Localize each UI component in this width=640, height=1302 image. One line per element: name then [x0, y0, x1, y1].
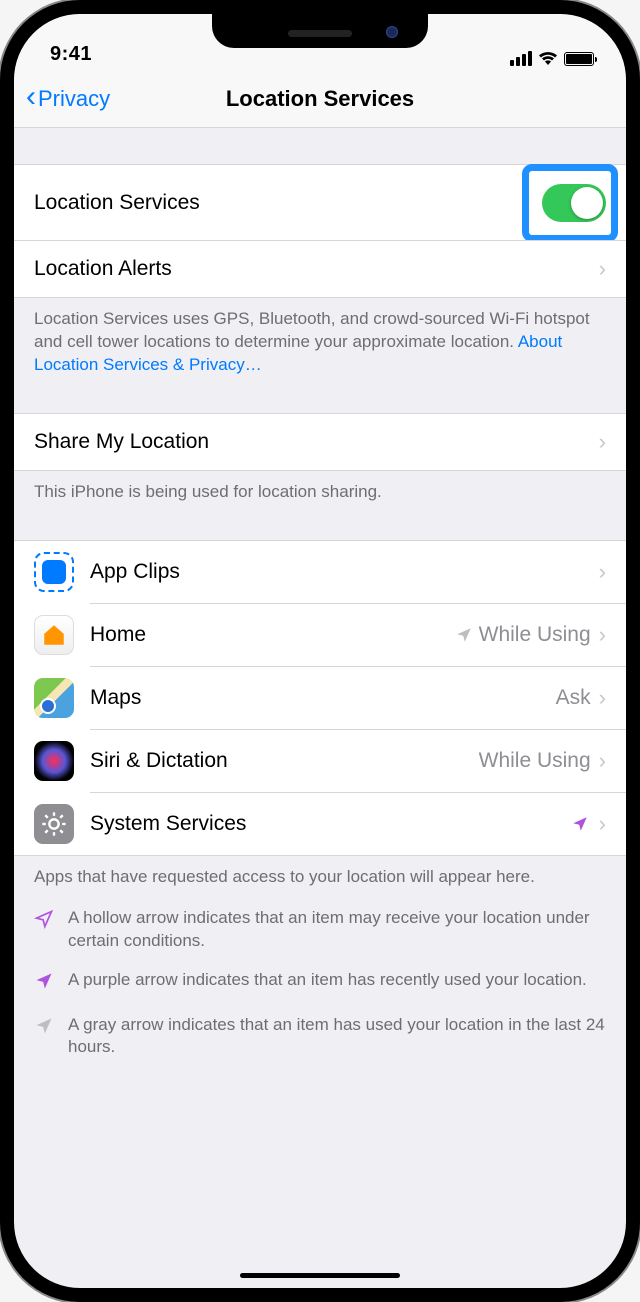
app-status: While Using [479, 749, 591, 773]
chevron-right-icon: › [599, 429, 606, 455]
row-share-my-location[interactable]: Share My Location › [14, 413, 626, 471]
row-label: Location Alerts [34, 257, 599, 281]
app-clips-icon [34, 552, 74, 592]
chevron-right-icon: › [599, 256, 606, 282]
nav-bar: ‹ Privacy Location Services [14, 70, 626, 128]
content: Location Services Location Alerts › Loca… [14, 164, 626, 1077]
chevron-right-icon: › [599, 811, 606, 837]
legend-text: A purple arrow indicates that an item ha… [68, 969, 587, 998]
row-location-alerts[interactable]: Location Alerts › [14, 240, 626, 298]
location-arrow-purple-icon [34, 971, 54, 991]
section-apps: App Clips › Home While Using › Maps [14, 540, 626, 856]
legend-gray: A gray arrow indicates that an item has … [34, 1006, 606, 1068]
back-button[interactable]: ‹ Privacy [26, 86, 110, 112]
location-arrow-gray-icon [34, 1016, 54, 1036]
location-arrow-icon [571, 815, 589, 833]
row-system-services[interactable]: System Services › [14, 793, 626, 855]
phone-frame: 9:41 ‹ Privacy Location Services [0, 0, 640, 1302]
notch [212, 14, 428, 48]
cellular-signal-icon [510, 51, 532, 66]
app-label: System Services [90, 812, 571, 836]
chevron-right-icon: › [599, 685, 606, 711]
row-siri-dictation[interactable]: Siri & Dictation While Using › [14, 730, 626, 792]
page-title: Location Services [226, 86, 414, 112]
legend-purple: A purple arrow indicates that an item ha… [34, 961, 606, 1006]
chevron-left-icon: ‹ [26, 82, 36, 112]
wifi-icon [538, 51, 558, 66]
row-maps[interactable]: Maps Ask › [14, 667, 626, 729]
location-services-toggle[interactable] [542, 184, 606, 222]
app-label: Siri & Dictation [90, 749, 479, 773]
row-label: Share My Location [34, 430, 599, 454]
chevron-right-icon: › [599, 622, 606, 648]
apps-footer: Apps that have requested access to your … [14, 856, 626, 889]
legend: A hollow arrow indicates that an item ma… [14, 889, 626, 1078]
section2-footer: This iPhone is being used for location s… [14, 471, 626, 504]
status-time: 9:41 [50, 43, 92, 66]
legend-hollow: A hollow arrow indicates that an item ma… [34, 899, 606, 961]
row-location-services-toggle[interactable]: Location Services [14, 164, 626, 240]
legend-text: A hollow arrow indicates that an item ma… [68, 907, 606, 953]
location-arrow-icon [455, 626, 473, 644]
toggle-knob [571, 187, 603, 219]
gear-icon [34, 804, 74, 844]
screen: 9:41 ‹ Privacy Location Services [14, 14, 626, 1288]
row-app-clips[interactable]: App Clips › [14, 541, 626, 603]
home-icon [34, 615, 74, 655]
siri-icon [34, 741, 74, 781]
app-label: Maps [90, 686, 556, 710]
chevron-right-icon: › [599, 559, 606, 585]
section-location-services: Location Services Location Alerts › [14, 164, 626, 298]
row-home[interactable]: Home While Using › [14, 604, 626, 666]
maps-icon [34, 678, 74, 718]
section-share-location: Share My Location › [14, 413, 626, 471]
row-label: Location Services [34, 191, 542, 215]
battery-icon [564, 52, 594, 66]
app-status: Ask [556, 686, 591, 710]
legend-text: A gray arrow indicates that an item has … [68, 1014, 606, 1060]
location-arrow-hollow-icon [34, 909, 54, 929]
app-status: While Using [479, 623, 591, 647]
app-label: App Clips [90, 560, 599, 584]
status-icons [510, 51, 594, 66]
back-label: Privacy [38, 86, 110, 112]
home-indicator[interactable] [240, 1273, 400, 1278]
chevron-right-icon: › [599, 748, 606, 774]
section1-footer: Location Services uses GPS, Bluetooth, a… [14, 298, 626, 377]
app-label: Home [90, 623, 455, 647]
